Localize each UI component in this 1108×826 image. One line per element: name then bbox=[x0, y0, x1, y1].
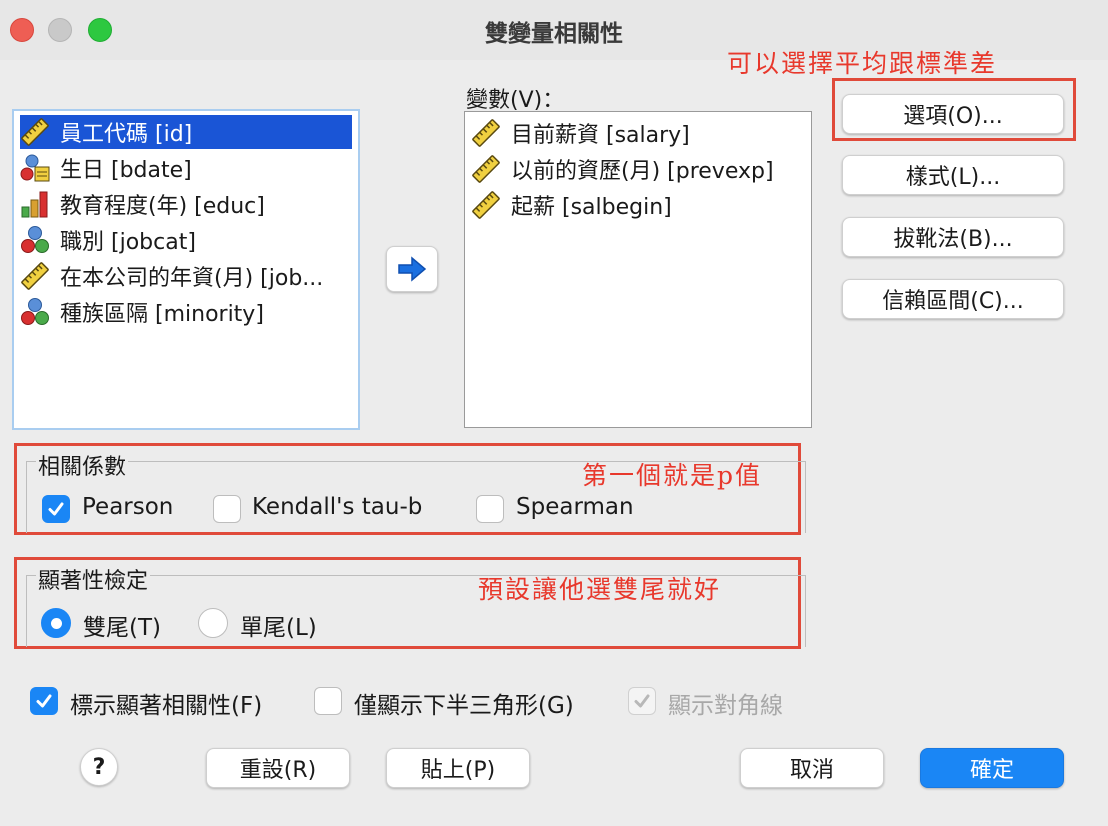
target-variable-row[interactable]: 目前薪資 [salary] bbox=[471, 116, 805, 150]
target-variable-row-label: 起薪 [salbegin] bbox=[511, 195, 672, 220]
target-variable-row[interactable]: 以前的資歷(月) [prevexp] bbox=[471, 152, 805, 186]
kendall-checkbox[interactable] bbox=[213, 495, 241, 523]
significance-annotation: 預設讓他選雙尾就好 bbox=[478, 575, 722, 604]
scale-ruler-icon bbox=[471, 118, 501, 148]
target-variable-list[interactable]: 目前薪資 [salary] 以前的資歷(月) [prevexp] 起薪 [salbe… bbox=[464, 111, 812, 428]
kendall-label: Kendall's tau-b bbox=[252, 494, 423, 520]
source-variable-row-label: 職別 [jobcat] bbox=[60, 230, 196, 255]
source-variable-row[interactable]: 生日 [bdate] bbox=[20, 151, 352, 185]
window-title: 雙變量相關性 bbox=[485, 21, 623, 47]
source-variable-row-label: 教育程度(年) [educ] bbox=[60, 194, 265, 219]
variables-label: 變數(V)： bbox=[466, 88, 565, 113]
lower-triangle-checkbox[interactable] bbox=[314, 687, 342, 715]
show-diagonal-checkbox bbox=[628, 687, 656, 715]
ok-button[interactable]: 確定 bbox=[920, 748, 1064, 788]
lower-triangle-label: 僅顯示下半三角形(G) bbox=[354, 693, 574, 719]
significance-group-title: 顯著性檢定 bbox=[36, 563, 151, 595]
flag-significant-checkbox[interactable] bbox=[30, 687, 58, 715]
spearman-checkbox[interactable] bbox=[476, 495, 504, 523]
confidence-interval-button[interactable]: 信賴區間(C)... bbox=[842, 279, 1064, 319]
options-annotation: 可以選擇平均跟標準差 bbox=[727, 49, 998, 78]
scale-ruler-icon bbox=[20, 117, 50, 147]
coefficients-annotation: 第一個就是p值 bbox=[582, 461, 763, 490]
pearson-label: Pearson bbox=[82, 494, 174, 520]
checkmark-icon bbox=[634, 694, 650, 708]
one-tailed-radio[interactable] bbox=[198, 608, 228, 638]
source-variable-list[interactable]: 員工代碼 [id] 生日 [bdate] 教育程度(年) [educ] 職別 [job… bbox=[12, 109, 360, 430]
move-variable-button[interactable] bbox=[386, 246, 438, 292]
source-variable-row[interactable]: 在本公司的年資(月) [job... bbox=[20, 259, 352, 293]
nominal-balls-icon bbox=[20, 225, 50, 255]
target-variable-row-label: 以前的資歷(月) [prevexp] bbox=[511, 159, 774, 184]
source-variable-row[interactable]: 種族區隔 [minority] bbox=[20, 295, 352, 329]
spearman-label: Spearman bbox=[516, 494, 634, 520]
scale-ruler-icon bbox=[471, 154, 501, 184]
two-tailed-label: 雙尾(T) bbox=[83, 615, 161, 641]
scale-ruler-icon bbox=[471, 190, 501, 220]
paste-button[interactable]: 貼上(P) bbox=[386, 748, 530, 788]
checkmark-icon bbox=[48, 502, 64, 516]
source-variable-row-label: 種族區隔 [minority] bbox=[60, 302, 264, 327]
nominal-balls-icon bbox=[20, 297, 50, 327]
source-variable-row[interactable]: 教育程度(年) [educ] bbox=[20, 187, 352, 221]
coefficients-group-title: 相關係數 bbox=[36, 449, 129, 481]
nominal-date-icon bbox=[20, 153, 50, 183]
cancel-button[interactable]: 取消 bbox=[740, 748, 884, 788]
two-tailed-radio[interactable] bbox=[41, 608, 71, 638]
show-diagonal-label: 顯示對角線 bbox=[668, 693, 783, 719]
help-button[interactable]: ? bbox=[80, 748, 118, 786]
reset-button[interactable]: 重設(R) bbox=[206, 748, 350, 788]
checkmark-icon bbox=[36, 694, 52, 708]
options-button[interactable]: 選項(O)... bbox=[842, 94, 1064, 134]
scale-ruler-icon bbox=[20, 261, 50, 291]
source-variable-row-label: 員工代碼 [id] bbox=[60, 122, 193, 147]
flag-significant-label: 標示顯著相關性(F) bbox=[70, 693, 263, 719]
style-button[interactable]: 樣式(L)... bbox=[842, 155, 1064, 195]
pearson-checkbox[interactable] bbox=[42, 495, 70, 523]
target-variable-row-label: 目前薪資 [salary] bbox=[511, 123, 690, 148]
source-variable-row[interactable]: 職別 [jobcat] bbox=[20, 223, 352, 257]
source-variable-row[interactable]: 員工代碼 [id] bbox=[20, 115, 352, 149]
source-variable-row-label: 在本公司的年資(月) [job... bbox=[60, 266, 324, 291]
target-variable-row[interactable]: 起薪 [salbegin] bbox=[471, 188, 805, 222]
arrow-right-icon bbox=[398, 256, 427, 282]
one-tailed-label: 單尾(L) bbox=[240, 615, 317, 641]
ordinal-bars-icon bbox=[20, 189, 50, 219]
source-variable-row-label: 生日 [bdate] bbox=[60, 158, 192, 183]
bootstrap-button[interactable]: 拔靴法(B)... bbox=[842, 217, 1064, 257]
